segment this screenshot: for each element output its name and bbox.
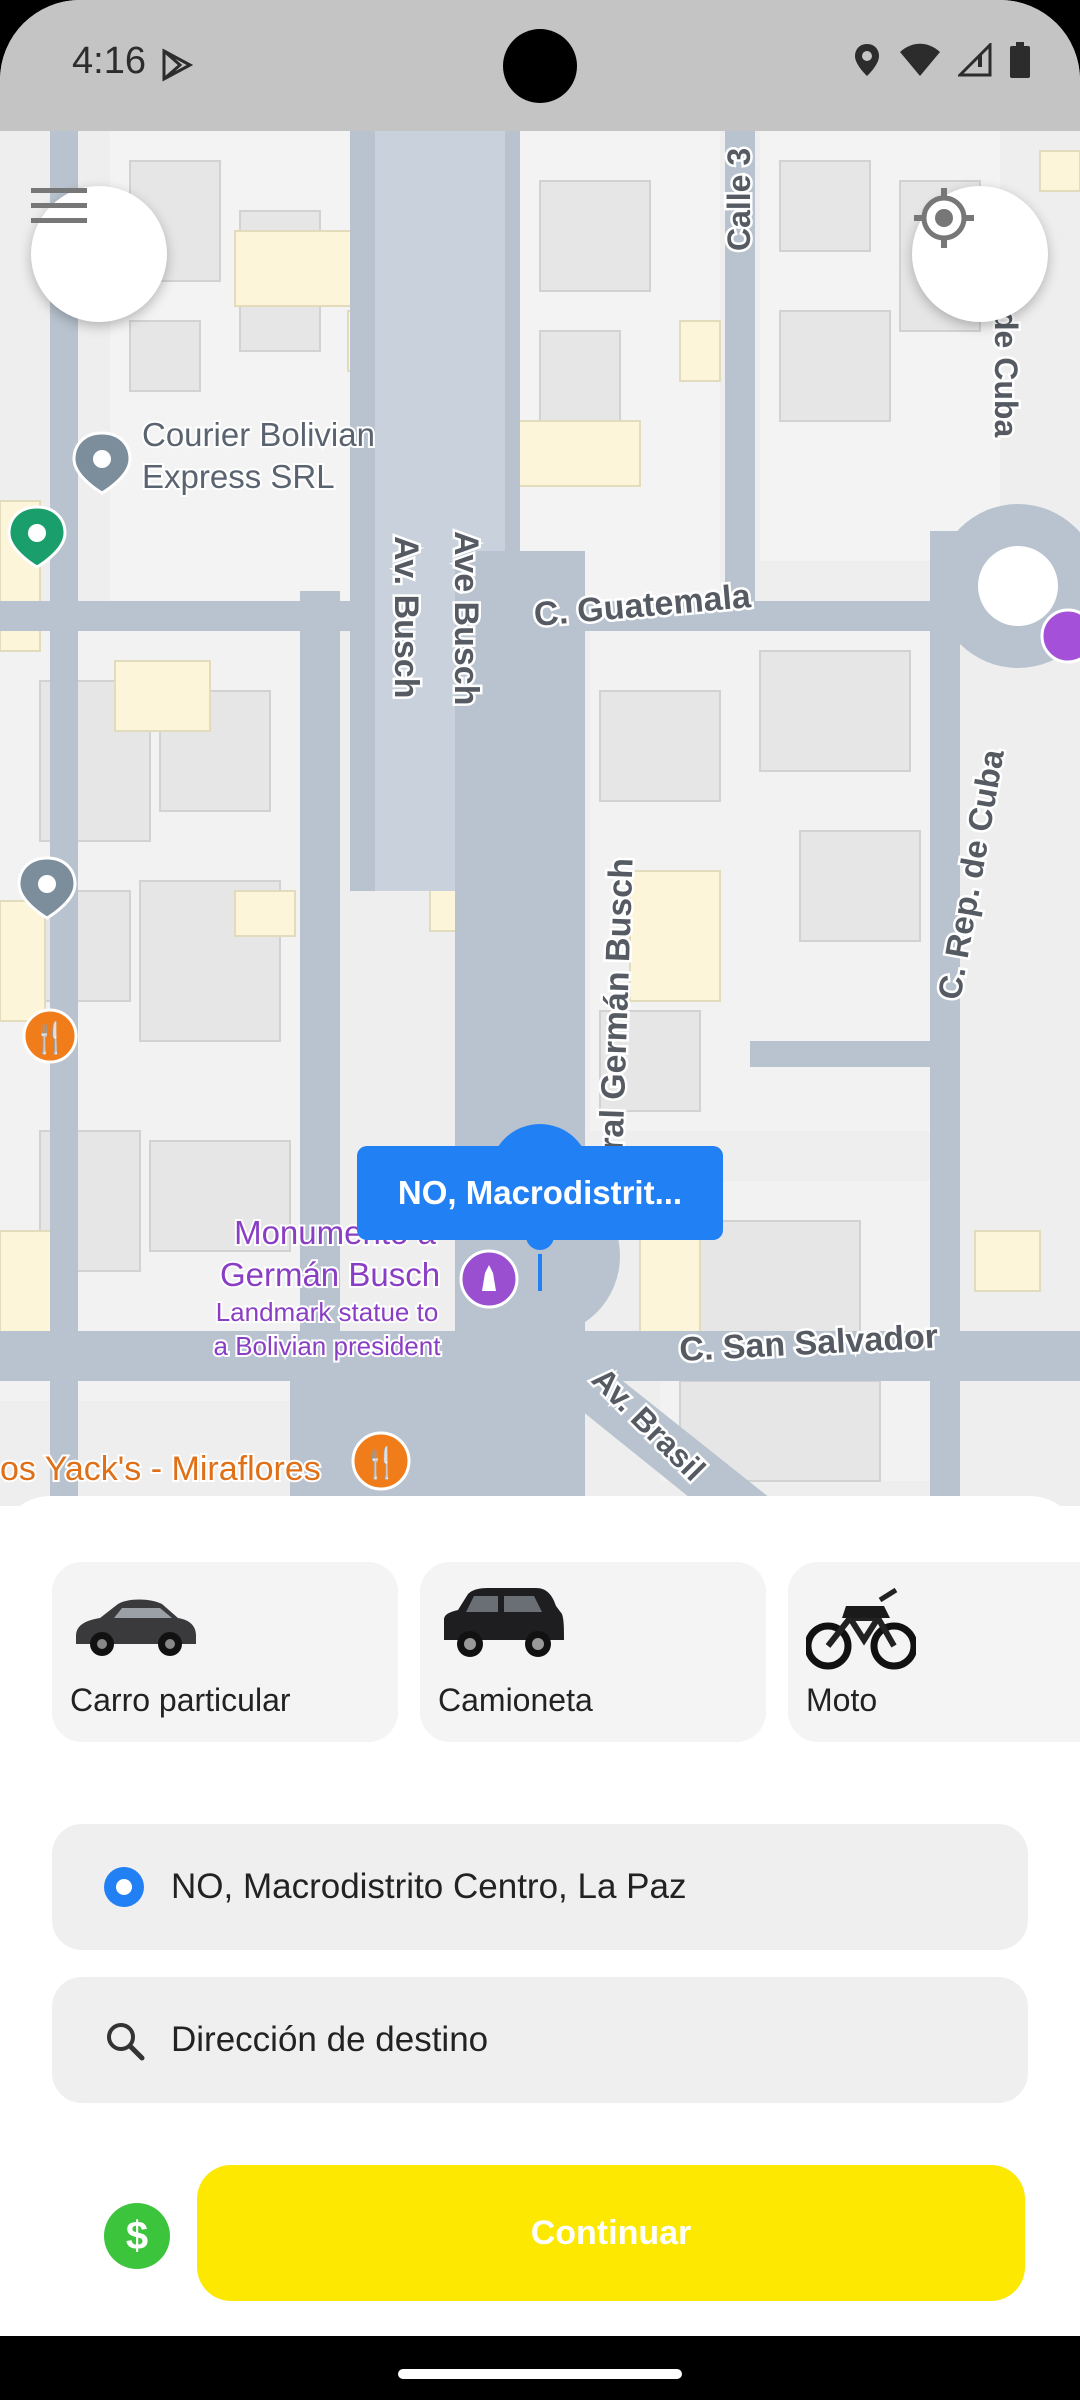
- place-label: os Yack's - Miraflores: [0, 1450, 321, 1488]
- vehicle-option-moto[interactable]: Moto: [788, 1562, 1080, 1742]
- origin-address: NO, Macrodistrito Centro, La Paz: [171, 1867, 687, 1906]
- map-view[interactable]: C. Guatemala Ave Busch Av. Busch Lateral…: [0, 131, 1080, 1506]
- street-label: de Cuba: [988, 311, 1024, 437]
- system-nav-bar: [0, 2336, 1080, 2400]
- camera-cutout: [503, 29, 577, 103]
- continue-button[interactable]: Continuar: [197, 2165, 1025, 2301]
- street-label: Av. Busch: [387, 536, 425, 698]
- my-location-button[interactable]: [912, 186, 1048, 322]
- status-icons: [852, 42, 1030, 78]
- sedan-car-icon: [76, 1599, 196, 1656]
- play-store-icon: [162, 48, 194, 82]
- home-gesture-handle[interactable]: [398, 2369, 682, 2379]
- location-icon: [855, 44, 879, 76]
- menu-button[interactable]: [31, 186, 167, 322]
- wifi-icon: [900, 43, 940, 76]
- vehicle-option-camioneta[interactable]: Camioneta: [420, 1562, 766, 1742]
- vehicle-label: Camioneta: [438, 1682, 593, 1718]
- vehicle-option-carro-particular[interactable]: Carro particular: [52, 1562, 398, 1742]
- vehicle-type-list: Carro particular Camioneta Moto: [52, 1562, 1080, 1742]
- suv-icon: [444, 1588, 564, 1657]
- map-canvas: C. Guatemala Ave Busch Av. Busch Lateral…: [0, 131, 1080, 1506]
- museum-pin[interactable]: [1040, 608, 1080, 664]
- origin-field[interactable]: NO, Macrodistrito Centro, La Paz: [52, 1824, 1028, 1950]
- crosshair-location-icon: [914, 188, 974, 248]
- status-time: 4:16: [72, 40, 146, 82]
- svg-text:🍴: 🍴: [362, 1445, 399, 1481]
- origin-dot-icon: [104, 1867, 144, 1907]
- pin-address-label: NO, Macrodistrit...: [357, 1146, 723, 1240]
- motorcycle-icon: [806, 1587, 916, 1670]
- vehicle-label: Carro particular: [70, 1682, 291, 1718]
- restaurant-pin[interactable]: 🍴: [22, 1008, 78, 1064]
- street-label: Ave Busch: [447, 531, 485, 705]
- roundabout-center: [978, 546, 1058, 626]
- hamburger-menu-icon: [31, 188, 87, 223]
- destination-placeholder: Dirección de destino: [171, 2020, 489, 2059]
- status-bar: 4:16: [0, 0, 1080, 131]
- svg-text:🍴: 🍴: [31, 1020, 68, 1056]
- app-screen: 4:16 C. Guatemala Ave Busch Av. Busch La…: [0, 0, 1080, 2400]
- payment-method-button[interactable]: $: [104, 2203, 170, 2269]
- street-label: Calle 3: [721, 148, 757, 251]
- vehicle-label: Moto: [806, 1682, 878, 1718]
- ride-request-sheet: Carro particular Camioneta Moto NO, Macr…: [0, 1496, 1080, 2336]
- search-icon: [107, 2023, 145, 2061]
- destination-field[interactable]: Dirección de destino: [52, 1977, 1028, 2103]
- signal-icon: [958, 43, 992, 77]
- battery-icon: [1010, 42, 1030, 78]
